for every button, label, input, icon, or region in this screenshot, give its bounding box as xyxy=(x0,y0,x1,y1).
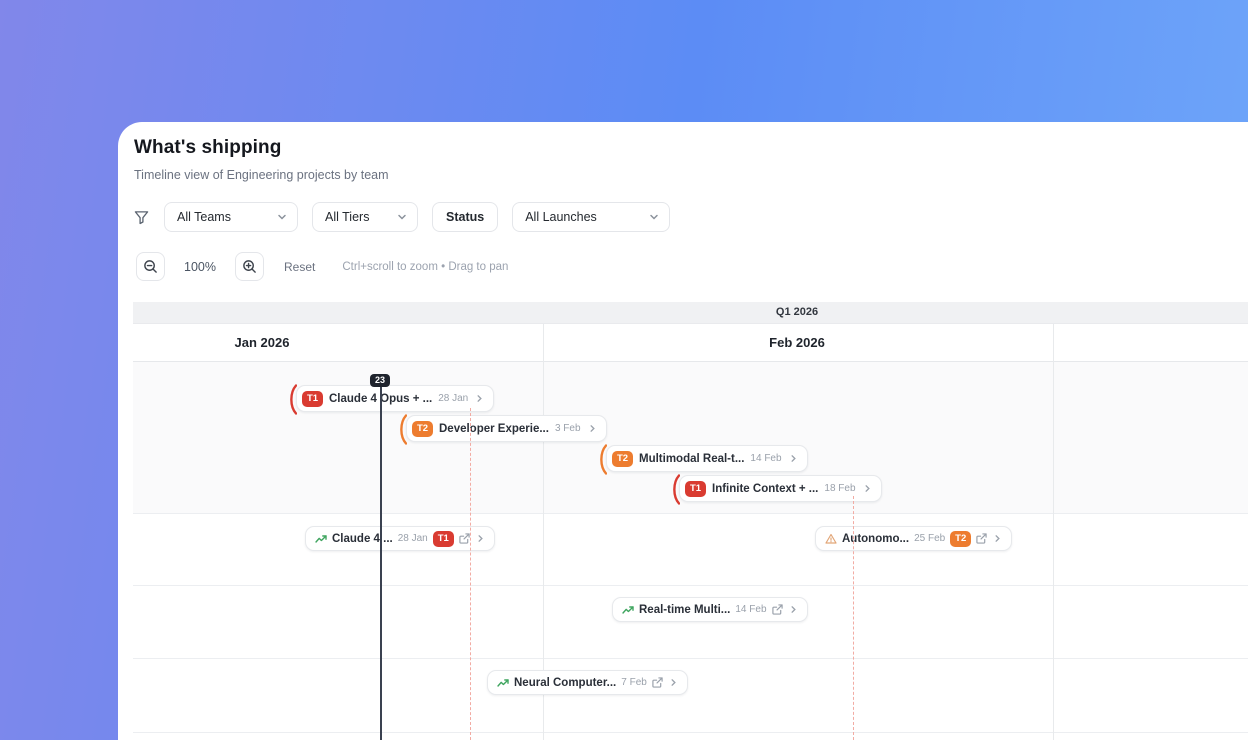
zoom-level-value: 100% xyxy=(184,259,216,274)
filter-bar: All Teams All Tiers Status All Launches xyxy=(134,202,671,232)
app-background: What's shipping Timeline view of Enginee… xyxy=(0,0,1248,740)
timeline-grid[interactable]: Q1 2026 Jan 2026 Feb 2026 23 T1 Claude 4… xyxy=(133,302,1248,740)
milestone-date: 18 Feb xyxy=(824,483,856,494)
milestone-start-bracket-icon xyxy=(598,444,607,475)
row-divider xyxy=(133,732,1248,733)
tier-badge: T2 xyxy=(950,530,972,547)
status-filter-button[interactable]: Status xyxy=(432,202,499,232)
milestone-start-bracket-icon xyxy=(671,474,680,505)
zoom-in-button[interactable] xyxy=(235,252,264,281)
zoom-hint-text: Ctrl+scroll to zoom • Drag to pan xyxy=(342,260,509,273)
external-link-icon xyxy=(459,533,470,544)
launch-date: 7 Feb xyxy=(621,677,647,688)
whats-shipping-panel: What's shipping Timeline view of Enginee… xyxy=(118,122,1248,740)
tier-badge: T1 xyxy=(302,390,323,407)
launch-pill-autonomous[interactable]: Autonomo... 25 Feb T2 xyxy=(815,526,1013,551)
milestone-label: Infinite Context + ... xyxy=(712,482,819,495)
launch-date-guide-line xyxy=(853,496,854,740)
milestone-pill-multimodal-realtime[interactable]: T2 Multimodal Real-t... 14 Feb xyxy=(600,444,808,475)
launch-label: Real-time Multi... xyxy=(639,603,731,616)
chevron-down-icon xyxy=(397,212,407,222)
teams-filter-value: All Teams xyxy=(177,210,231,224)
tiers-filter-dropdown[interactable]: All Tiers xyxy=(312,202,418,232)
launch-pill-claude-4[interactable]: Claude 4 ... 28 Jan T1 xyxy=(305,526,495,551)
month-label-feb: Feb 2026 xyxy=(769,335,825,350)
chevron-right-icon xyxy=(669,678,678,687)
milestone-label: Multimodal Real-t... xyxy=(639,452,745,465)
milestone-pill-developer-experience[interactable]: T2 Developer Experie... 3 Feb xyxy=(400,414,607,445)
month-label-jan: Jan 2026 xyxy=(234,335,290,350)
row-divider xyxy=(133,513,1248,514)
chevron-down-icon xyxy=(649,212,659,222)
milestone-pill-claude-4-opus[interactable]: T1 Claude 4 Opus + ... 28 Jan xyxy=(290,384,495,415)
chevron-right-icon xyxy=(789,454,798,463)
page-title: What's shipping xyxy=(134,137,282,158)
milestone-start-bracket-icon xyxy=(398,414,407,445)
zoom-toolbar: 100% Reset Ctrl+scroll to zoom • Drag to… xyxy=(136,252,508,281)
milestone-start-bracket-icon xyxy=(288,384,297,415)
launch-date: 28 Jan xyxy=(397,533,428,544)
launch-pill-realtime-multi[interactable]: Real-time Multi... 14 Feb xyxy=(612,597,808,622)
chevron-right-icon xyxy=(475,394,484,403)
milestone-pill-infinite-context[interactable]: T1 Infinite Context + ... 18 Feb xyxy=(673,474,882,505)
milestone-date: 3 Feb xyxy=(554,423,581,434)
external-link-icon xyxy=(976,533,987,544)
launches-filter-value: All Launches xyxy=(525,210,597,224)
month-header-row: Jan 2026 Feb 2026 xyxy=(133,324,1248,362)
launch-label: Neural Computer... xyxy=(514,676,617,689)
row-divider xyxy=(133,585,1248,586)
teams-filter-dropdown[interactable]: All Teams xyxy=(164,202,298,232)
launch-pill-neural-computer[interactable]: Neural Computer... 7 Feb xyxy=(487,670,688,695)
page-subtitle: Timeline view of Engineering projects by… xyxy=(134,168,389,182)
milestone-date: 14 Feb xyxy=(750,453,782,464)
chevron-right-icon xyxy=(993,534,1002,543)
today-marker-line xyxy=(380,378,382,740)
external-link-icon xyxy=(652,677,663,688)
row-divider xyxy=(133,658,1248,659)
chevron-right-icon xyxy=(476,534,485,543)
chevron-right-icon xyxy=(588,424,597,433)
tier-badge: T1 xyxy=(432,530,454,547)
chevron-right-icon xyxy=(863,484,872,493)
trending-up-icon xyxy=(315,533,327,545)
chevron-right-icon xyxy=(789,605,798,614)
chevron-down-icon xyxy=(277,212,287,222)
quarter-label: Q1 2026 xyxy=(775,306,819,318)
trending-up-icon xyxy=(622,604,634,616)
milestone-label: Developer Experie... xyxy=(439,422,549,435)
trending-up-icon xyxy=(497,677,509,689)
launch-date: 25 Feb xyxy=(914,533,946,544)
tier-badge: T2 xyxy=(612,450,633,467)
tier-badge: T1 xyxy=(685,480,706,497)
launch-date-guide-line xyxy=(470,408,471,740)
milestone-date: 28 Jan xyxy=(438,393,469,404)
filter-icon xyxy=(134,209,150,225)
status-filter-label: Status xyxy=(446,210,485,224)
external-link-icon xyxy=(771,604,783,615)
month-divider-mar xyxy=(1053,324,1054,740)
warning-triangle-icon xyxy=(825,533,837,545)
today-marker-badge: 23 xyxy=(369,374,391,387)
launch-date: 14 Feb xyxy=(735,604,767,615)
reset-zoom-button[interactable]: Reset xyxy=(284,260,315,274)
quarter-header-band: Q1 2026 xyxy=(133,302,1248,324)
tiers-filter-value: All Tiers xyxy=(325,210,370,224)
launch-label: Claude 4 ... xyxy=(332,532,393,545)
zoom-out-button[interactable] xyxy=(136,252,165,281)
launches-filter-dropdown[interactable]: All Launches xyxy=(512,202,671,232)
tier-badge: T2 xyxy=(412,420,433,437)
